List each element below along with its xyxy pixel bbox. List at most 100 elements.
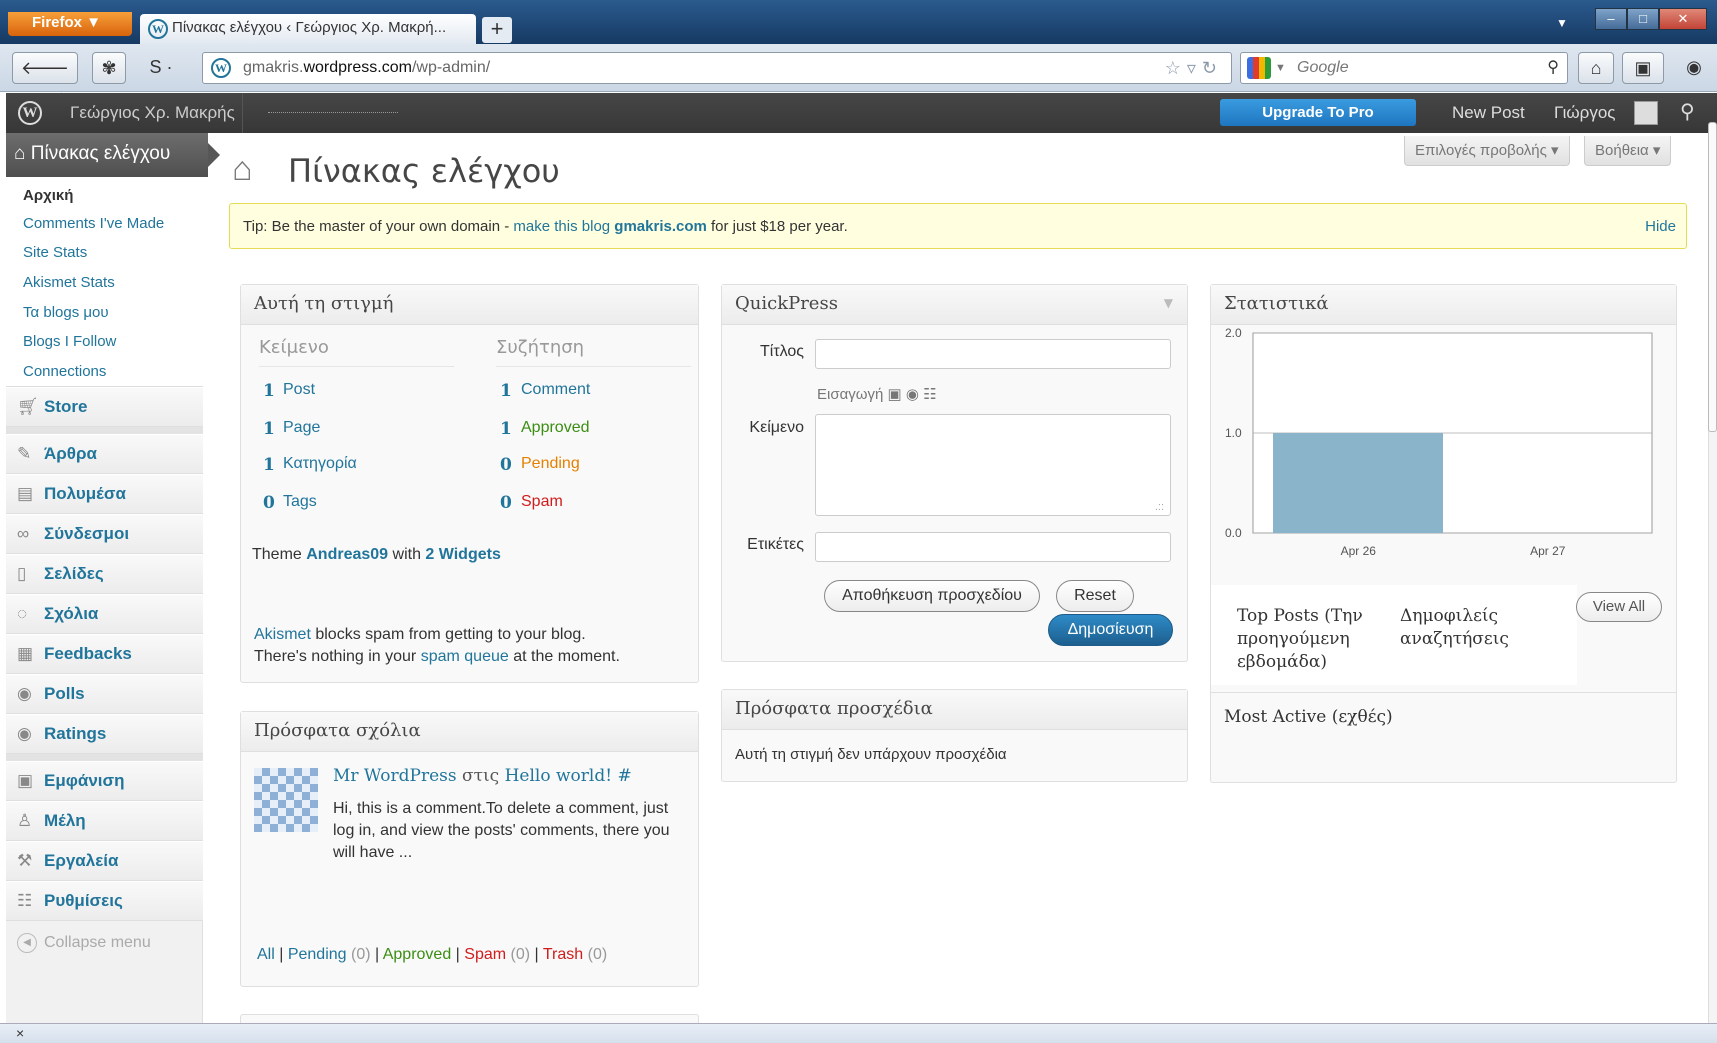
bookmark-star-icon[interactable]: ☆▿↻ xyxy=(1165,53,1223,83)
addon-icon[interactable]: ✾ xyxy=(92,52,126,84)
submenu-comments-made[interactable]: Comments I've Made xyxy=(6,207,203,237)
widget-title[interactable]: Πρόσφατα σχόλια xyxy=(241,712,698,752)
title-input[interactable] xyxy=(815,339,1171,369)
search-icon[interactable]: ⚲ xyxy=(1547,53,1559,83)
submenu-blogs-follow[interactable]: Blogs I Follow xyxy=(6,325,203,355)
sidebar-item-comments[interactable]: ◌ Σχόλια xyxy=(6,594,203,634)
content-textarea[interactable]: .:: xyxy=(815,414,1171,516)
maximize-icon[interactable]: □ xyxy=(1627,8,1659,30)
sidebar-item-posts[interactable]: ✎ Άρθρα xyxy=(6,434,203,474)
back-icon[interactable]: 🡐 xyxy=(21,58,69,78)
submenu-site-stats[interactable]: Site Stats xyxy=(6,236,203,266)
sidebar-item-store[interactable]: 🛒︎ Store xyxy=(6,387,203,427)
browser-navbar: 🡐 🡒 ✾ S · W gmakris.wordpress.com/wp-adm… xyxy=(0,44,1717,108)
filter-spam[interactable]: Spam xyxy=(464,946,506,963)
sidebar-item-links[interactable]: ∞ Σύνδεσμοι xyxy=(6,514,203,554)
view-all-button[interactable]: View All xyxy=(1576,592,1662,622)
google-icon[interactable] xyxy=(1247,57,1271,79)
sidebar-item-pages[interactable]: ▯ Σελίδες xyxy=(6,554,203,594)
resize-handle-icon[interactable]: .:: xyxy=(1155,501,1164,513)
sidebar-item-feedbacks[interactable]: ▦ Feedbacks xyxy=(6,634,203,674)
home-icon[interactable]: ⌂ xyxy=(1578,52,1614,84)
search-icon[interactable]: ⚲ xyxy=(1680,99,1695,124)
right-now-columns: Κείμενο Συζήτηση xyxy=(259,337,691,367)
close-icon[interactable]: × xyxy=(16,1025,24,1041)
comment-permalink[interactable]: # xyxy=(612,766,631,786)
site-name-link[interactable]: Γεώργιος Χρ. Μακρής xyxy=(70,103,235,123)
submenu-home[interactable]: Αρχική xyxy=(6,177,203,207)
firefox-menu-button[interactable]: Firefox ▼ xyxy=(8,12,132,36)
collapse-menu-button[interactable]: ◀ Collapse menu xyxy=(6,923,203,963)
insert-poll-icon[interactable]: ☷ xyxy=(923,386,936,403)
widget-title[interactable]: Στατιστικά xyxy=(1211,285,1676,325)
submenu-connections[interactable]: Connections xyxy=(6,355,203,385)
sidebar-item-settings[interactable]: ☷ Ρυθμίσεις xyxy=(6,881,203,921)
sidebar-item-ratings[interactable]: ◉ Ratings xyxy=(6,714,203,754)
new-post-link[interactable]: New Post xyxy=(1452,103,1525,123)
help-button[interactable]: Βοήθεια ▾ xyxy=(1584,136,1672,166)
insert-image-icon[interactable]: ▣ xyxy=(888,386,902,403)
upgrade-to-pro-button[interactable]: Upgrade To Pro xyxy=(1220,99,1416,126)
user-menu[interactable]: Γιώργος xyxy=(1554,103,1616,123)
admin-sidebar: ⌂ Πίνακας ελέγχου Αρχική Comments I've M… xyxy=(6,133,220,1023)
dotted-divider xyxy=(268,112,398,113)
back-forward-button[interactable]: 🡐 🡒 xyxy=(12,52,78,108)
extension-icon[interactable]: ◉ xyxy=(1674,52,1714,84)
widget-title[interactable]: QuickPress ▼ xyxy=(722,285,1187,325)
theme-link[interactable]: Andreas09 xyxy=(306,546,388,563)
sidebar-item-tools[interactable]: ⚒ Εργαλεία xyxy=(6,841,203,881)
sidebar-item-polls[interactable]: ◉ Polls xyxy=(6,674,203,714)
sidebar-item-dashboard[interactable]: ⌂ Πίνακας ελέγχου xyxy=(6,133,220,177)
comment-post-link[interactable]: Hello world! xyxy=(505,766,612,786)
table-row: 1 Κατηγορία 0 Pending xyxy=(263,455,580,475)
submenu-my-blogs[interactable]: Τα blogs μου xyxy=(6,296,203,326)
save-draft-button[interactable]: Αποθήκευση προσχεδίου xyxy=(824,580,1040,612)
wordpress-logo-icon[interactable]: W xyxy=(18,101,42,125)
new-tab-button[interactable]: + xyxy=(482,17,512,43)
chevron-down-icon[interactable]: ▼ xyxy=(1275,53,1286,83)
publish-button[interactable]: Δημοσίευση xyxy=(1048,614,1173,646)
spam-queue-link[interactable]: spam queue xyxy=(421,648,509,665)
y-tick-label: 2.0 xyxy=(1225,326,1242,340)
comment-author-link[interactable]: Mr WordPress xyxy=(333,766,457,786)
domain-link[interactable]: gmakris.com xyxy=(614,218,707,235)
sidebar-item-media[interactable]: ▤ Πολυμέσα xyxy=(6,474,203,514)
sidebar-item-users[interactable]: ♙ Μέλη xyxy=(6,801,203,841)
filter-trash[interactable]: Trash xyxy=(543,946,583,963)
filter-approved[interactable]: Approved xyxy=(383,946,452,963)
wordpress-favicon-icon: W xyxy=(148,19,168,39)
tab-list-icon[interactable]: ▼ xyxy=(1556,16,1568,30)
sidebar-item-appearance[interactable]: ▣ Εμφάνιση xyxy=(6,761,203,801)
reset-button[interactable]: Reset xyxy=(1056,580,1134,612)
filter-all[interactable]: All xyxy=(257,946,275,963)
tab-title: Πίνακας ελέγχου ‹ Γεώργιος Χρ. Μακρή... xyxy=(172,19,447,36)
table-row: 1 Post 1 Comment xyxy=(263,381,591,401)
close-icon[interactable]: ✕ xyxy=(1659,8,1707,30)
insert-media-icon[interactable]: ◉ xyxy=(906,386,919,403)
bookmarks-icon[interactable]: ▣ xyxy=(1622,52,1664,84)
widget-toggle-icon[interactable]: ▼ xyxy=(1164,296,1173,310)
submenu-akismet-stats[interactable]: Akismet Stats xyxy=(6,266,203,296)
widget-title[interactable]: Πρόσφατα προσχέδια xyxy=(722,690,1187,730)
akismet-link[interactable]: Akismet xyxy=(254,626,311,643)
url-bar[interactable]: W gmakris.wordpress.com/wp-admin/ ☆▿↻ xyxy=(202,52,1232,84)
filter-pending[interactable]: Pending xyxy=(288,946,347,963)
widget-title[interactable]: Αυτή τη στιγμή xyxy=(241,285,698,325)
chart-bar[interactable] xyxy=(1273,433,1443,533)
hide-tip-link[interactable]: Hide xyxy=(1645,218,1676,235)
search-bar[interactable]: ▼ Google ⚲ xyxy=(1240,52,1568,84)
top-posts-heading: Top Posts (Την προηγούμενη εβδομάδα) xyxy=(1237,606,1363,672)
theme-info: Theme Andreas09 with 2 Widgets xyxy=(252,546,501,563)
widgets-link[interactable]: 2 Widgets xyxy=(425,546,500,563)
browser-tab[interactable]: W Πίνακας ελέγχου ‹ Γεώργιος Χρ. Μακρή..… xyxy=(140,14,476,44)
comment-icon: ◌ xyxy=(17,604,28,623)
screen-options-button[interactable]: Επιλογές προβολής ▾ xyxy=(1404,136,1570,166)
domain-upgrade-link[interactable]: make this blog xyxy=(513,218,610,235)
skype-icon[interactable]: S · xyxy=(136,52,186,84)
tags-input[interactable] xyxy=(815,532,1171,562)
minimize-icon[interactable]: – xyxy=(1595,8,1627,30)
pin-icon: ✎ xyxy=(17,444,32,463)
avatar[interactable] xyxy=(1634,101,1658,125)
recent-drafts-widget: Πρόσφατα προσχέδια Αυτή τη στιγμή δεν υπ… xyxy=(721,689,1188,782)
scrollbar-thumb[interactable] xyxy=(1708,122,1717,432)
